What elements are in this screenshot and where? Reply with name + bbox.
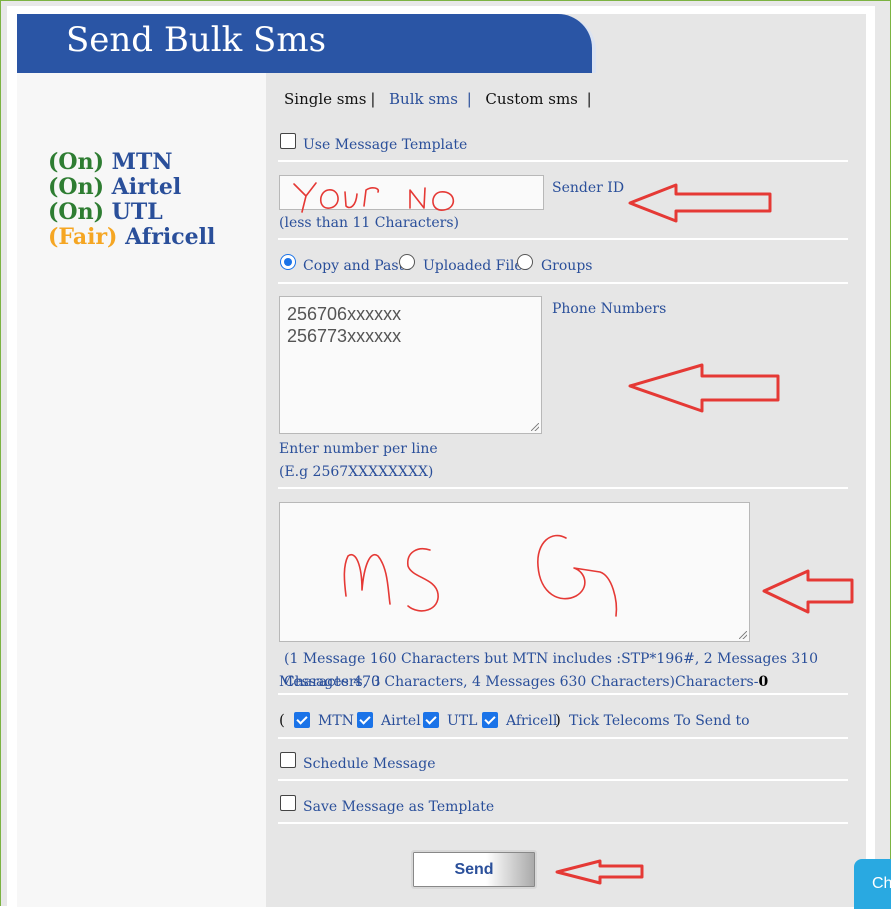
network-status-list: (On) MTN (On) Airtel (On) UTL (Fair) Afr… <box>48 150 215 250</box>
telecom-utl-label: UTL <box>447 713 478 729</box>
telecom-africell-label: Africell <box>506 713 558 729</box>
telecom-utl-checkbox[interactable] <box>423 712 439 728</box>
save-template-label: Save Message as Template <box>303 799 495 815</box>
status-state: (On) <box>48 199 104 225</box>
divider <box>278 737 848 739</box>
sms-type-tabs: Single sms | Bulk sms | Custom sms | <box>284 90 596 108</box>
schedule-message-label: Schedule Message <box>303 756 436 772</box>
message-textarea[interactable] <box>279 502 750 642</box>
status-network: Airtel <box>111 174 182 200</box>
phone-numbers-textarea[interactable]: 256706xxxxxx 256773xxxxxx <box>279 296 542 434</box>
status-row-utl: (On) UTL <box>48 200 215 225</box>
status-network: UTL <box>111 199 163 225</box>
page-title: Send Bulk Sms <box>66 20 327 60</box>
telecom-mtn-label: MTN <box>318 713 354 729</box>
sender-id-label: Sender ID <box>552 180 625 196</box>
status-state: (On) <box>48 149 104 175</box>
telecom-airtel-checkbox[interactable] <box>357 712 373 728</box>
telecom-mtn-checkbox[interactable] <box>294 712 310 728</box>
example-hint: (E.g 2567XXXXXXXX) <box>279 464 434 480</box>
use-template-checkbox[interactable] <box>280 133 296 149</box>
send-button[interactable]: Send <box>411 850 537 889</box>
source-groups-radio[interactable] <box>517 254 533 270</box>
divider <box>278 160 848 162</box>
divider <box>278 487 848 489</box>
status-row-mtn: (On) MTN <box>48 150 215 175</box>
tab-separator: | <box>466 90 472 108</box>
message-info-line2: Messages 470 Characters, 4 Messages 630 … <box>279 674 759 690</box>
phone-number-line: 256706xxxxxx <box>287 304 402 324</box>
message-length-info-2: Messages 470 Characters, 4 Messages 630 … <box>279 671 768 694</box>
tab-separator: | <box>370 90 376 108</box>
chat-widget-button[interactable]: Ch <box>854 859 891 909</box>
divider <box>278 238 848 240</box>
source-groups-label: Groups <box>541 258 593 274</box>
tab-bulk-sms[interactable]: Bulk sms <box>389 90 458 108</box>
telecom-africell-checkbox[interactable] <box>482 712 498 728</box>
divider <box>278 822 848 824</box>
enter-number-hint: Enter number per line <box>279 441 438 457</box>
phone-number-line: 256773xxxxxx <box>287 326 402 346</box>
telecom-close-paren: ) <box>555 711 561 729</box>
telecom-hint: Tick Telecoms To Send to <box>569 713 750 729</box>
divider <box>278 282 848 284</box>
use-template-label: Use Message Template <box>303 137 468 153</box>
schedule-message-checkbox[interactable] <box>280 752 296 768</box>
source-uploaded-label: Uploaded Files <box>423 258 530 274</box>
source-copy-paste-radio[interactable] <box>280 254 296 270</box>
save-template-checkbox[interactable] <box>280 795 296 811</box>
sender-id-hint: (less than 11 Characters) <box>279 215 459 231</box>
tab-custom-sms[interactable]: Custom sms <box>485 90 578 108</box>
source-copy-paste-label: Copy and Paste <box>303 258 413 274</box>
telecom-airtel-label: Airtel <box>381 713 421 729</box>
sender-id-input[interactable] <box>279 175 544 210</box>
resize-handle[interactable] <box>739 631 747 639</box>
source-uploaded-radio[interactable] <box>399 254 415 270</box>
tab-single-sms[interactable]: Single sms <box>284 90 366 108</box>
telecom-open-paren: ( <box>279 711 285 729</box>
status-row-airtel: (On) Airtel <box>48 175 215 200</box>
divider <box>278 779 848 781</box>
divider <box>278 693 848 695</box>
phone-numbers-label: Phone Numbers <box>552 301 667 317</box>
status-state: (On) <box>48 174 104 200</box>
character-count: 0 <box>758 674 769 690</box>
tab-separator: | <box>586 90 592 108</box>
status-network: MTN <box>111 149 173 175</box>
status-row-africell: (Fair) Africell <box>48 225 215 250</box>
resize-handle[interactable] <box>531 423 539 431</box>
status-state: (Fair) <box>48 224 118 250</box>
status-network: Africell <box>125 224 216 250</box>
